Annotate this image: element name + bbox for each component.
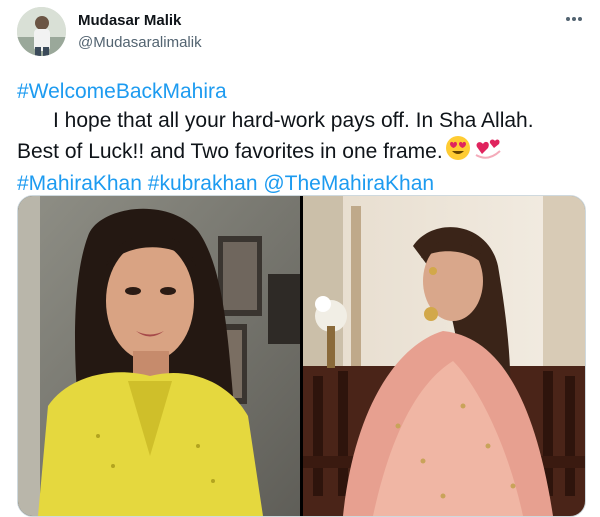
photo-woman-yellow-outfit[interactable]: [18, 196, 300, 516]
profile-photo-icon: [17, 7, 66, 56]
tweet-text: #WelcomeBackMahira I hope that all your …: [17, 77, 592, 198]
hashtag-kubrakhan[interactable]: #kubrakhan: [148, 172, 258, 195]
tweet[interactable]: Mudasar Malik @Mudasaralimalik #WelcomeB…: [0, 0, 600, 517]
author-handle[interactable]: @Mudasaralimalik: [78, 34, 202, 51]
revolving-hearts-icon: [473, 135, 503, 169]
hashtag-welcomebackmahira[interactable]: #WelcomeBackMahira: [17, 80, 227, 103]
smiling-face-with-heart-eyes-icon: [445, 135, 471, 169]
photo-woman-pink-dupatta[interactable]: [303, 196, 585, 516]
author-name[interactable]: Mudasar Malik: [78, 12, 181, 29]
hashtag-mahirakhan[interactable]: #MahiraKhan: [17, 172, 142, 195]
media-grid: [17, 195, 586, 517]
more-options-button[interactable]: [560, 6, 588, 32]
tweet-text-line-3: Best of Luck!! and Two favorites in one …: [17, 140, 443, 163]
tweet-text-line-2: I hope that all your hard-work pays off.…: [53, 109, 534, 132]
mention-themahirakhan[interactable]: @TheMahiraKhan: [263, 172, 434, 195]
author-avatar[interactable]: [17, 7, 66, 56]
more-horizontal-icon: [566, 17, 582, 21]
